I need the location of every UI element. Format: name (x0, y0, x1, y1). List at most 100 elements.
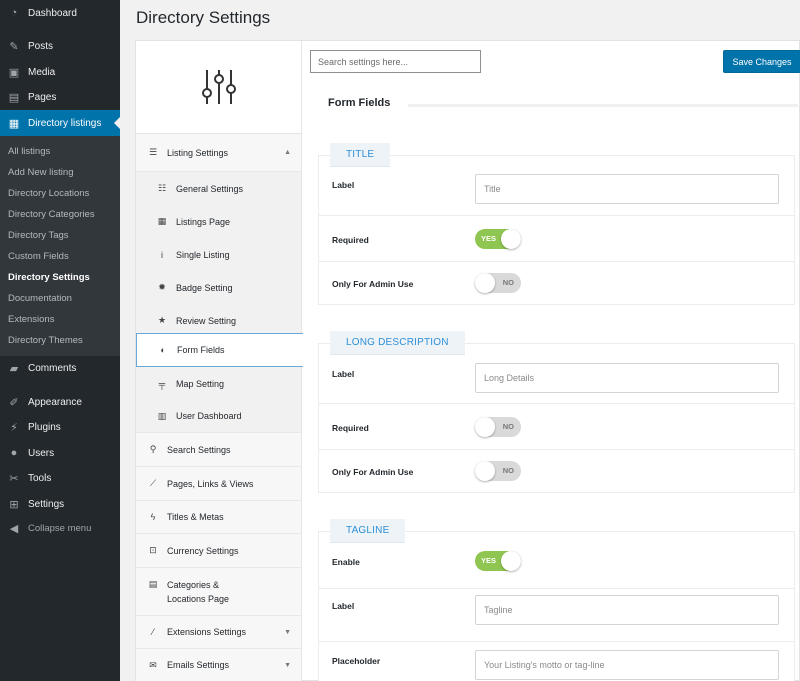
brush-icon: ✐ (9, 396, 19, 409)
submenu-add-new-listing[interactable]: Add New listing (8, 167, 73, 178)
collapse-label: Collapse menu (28, 522, 92, 534)
info-icon: i (161, 249, 163, 260)
star-icon: ★ (157, 315, 167, 325)
nav-label: User Dashboard (176, 411, 242, 421)
menu-label: Dashboard (28, 7, 77, 19)
title-required-label: Required (332, 235, 369, 245)
tagline-label-label: Label (332, 601, 355, 611)
submenu-custom-fields[interactable]: Custom Fields (8, 251, 69, 262)
menu-item-posts[interactable]: ✎ Posts (0, 34, 120, 58)
save-changes-button[interactable]: Save Changes (723, 50, 800, 73)
nav-label: Form Fields (177, 345, 225, 355)
nav-label: Extensions Settings (167, 627, 247, 637)
page-icon: ▤ (8, 91, 20, 104)
submenu-directory-categories[interactable]: Directory Categories (8, 209, 95, 220)
directory-submenu: All listings Add New listing Directory L… (0, 136, 120, 356)
nav-label: Search Settings (167, 444, 231, 455)
nav-user-dashboard[interactable]: ▥ User Dashboard (136, 400, 301, 433)
nav-label: Map Setting (176, 378, 225, 389)
menu-label: Settings (28, 498, 65, 510)
nav-listings-page[interactable]: ▦ Listings Page (136, 205, 301, 238)
collapse-icon: ◀ (9, 522, 19, 535)
menu-item-appearance[interactable]: ✐ Appearance (0, 390, 120, 414)
tagline-enable-label: Enable (332, 557, 360, 567)
description-admin-toggle[interactable]: NO (475, 461, 521, 481)
menu-item-comments[interactable]: ▰ Comments (0, 356, 120, 380)
nav-categories-locations-page[interactable]: ▤ Categories & Locations Page (136, 568, 301, 616)
settings-logo (136, 41, 301, 134)
tagline-placeholder-label: Placeholder (332, 656, 381, 666)
nav-badge-setting[interactable]: ✹ Badge Setting (136, 271, 301, 304)
bolt-icon: ϟ (150, 512, 156, 522)
menu-label: Pages (28, 91, 57, 103)
sliders-icon (201, 70, 236, 104)
nav-label: Categories & Locations Page (167, 578, 229, 606)
tagline-placeholder-input[interactable] (475, 650, 779, 680)
description-admin-label: Only For Admin Use (332, 467, 414, 477)
nav-label: General Settings (176, 183, 244, 194)
nav-single-listing[interactable]: i Single Listing (136, 238, 301, 271)
toggle-state: NO (502, 278, 514, 287)
description-required-toggle[interactable]: NO (475, 417, 521, 437)
menu-item-tools[interactable]: ✂ Tools (0, 466, 120, 490)
plugin-icon: ⚡ (10, 421, 18, 434)
menu-item-media[interactable]: ▣ Media (0, 60, 120, 84)
menu-item-plugins[interactable]: ⚡ Plugins (0, 415, 120, 439)
menu-label: Comments (28, 362, 77, 374)
media-icon: ▣ (8, 66, 20, 79)
nav-general-settings[interactable]: ☷ General Settings (136, 172, 301, 205)
settings-nav: ☰ Listing Settings ▲ ☷ General Settings … (136, 41, 303, 681)
submenu-directory-tags[interactable]: Directory Tags (8, 230, 69, 241)
collapse-menu-button[interactable]: ◀ Collapse menu (0, 516, 120, 540)
money-icon: ⊡ (149, 545, 157, 555)
submenu-directory-themes[interactable]: Directory Themes (8, 335, 83, 346)
submenu-all-listings[interactable]: All listings (8, 146, 50, 157)
page-title: Directory Settings (136, 8, 271, 27)
nav-label: Pages, Links & Views (167, 478, 254, 489)
dashboard-icon: ◔ (10, 7, 18, 19)
menu-item-dashboard[interactable]: ◔ Dashboard (0, 1, 120, 25)
nav-emails-settings[interactable]: ✉ Emails Settings ▼ (136, 649, 301, 681)
tagline-enable-toggle[interactable]: YES (475, 551, 521, 571)
nav-listing-settings[interactable]: ☰ Listing Settings ▲ (136, 134, 301, 172)
toggle-knob (475, 417, 495, 437)
half-circle-icon: ◐ (160, 345, 166, 355)
tagline-label-input[interactable] (475, 595, 779, 625)
nav-form-fields[interactable]: ◐ Form Fields (136, 333, 303, 367)
nav-extensions-settings[interactable]: ⁄ Extensions Settings ▼ (136, 616, 301, 649)
nav-label: Titles & Metas (167, 512, 224, 522)
submenu-directory-settings[interactable]: Directory Settings (8, 272, 90, 283)
pin-icon: ✎ (9, 40, 19, 53)
settings-panel: ☰ Listing Settings ▲ ☷ General Settings … (135, 40, 800, 681)
submenu-documentation[interactable]: Documentation (8, 293, 72, 304)
envelope-icon: ✉ (149, 659, 157, 670)
admin-sidebar: ◔ Dashboard ✎ Posts ▣ Media ▤ Pages ▦ Di… (0, 0, 120, 681)
description-label-input[interactable] (475, 363, 779, 393)
search-settings-input[interactable] (310, 50, 481, 73)
title-required-toggle[interactable]: YES (475, 229, 521, 249)
search-icon: ⚲ (149, 444, 157, 454)
toggle-knob (501, 229, 521, 249)
submenu-extensions[interactable]: Extensions (8, 314, 54, 325)
chevron-up-icon: ▲ (284, 149, 291, 156)
title-label-input[interactable] (475, 174, 779, 204)
nav-search-settings[interactable]: ⚲ Search Settings (136, 433, 301, 467)
nav-titles-metas[interactable]: ϟ Titles & Metas (136, 501, 301, 534)
toggle-knob (501, 551, 521, 571)
nav-label-line-2: Locations Page (167, 593, 230, 604)
menu-label: Appearance (28, 396, 82, 408)
title-admin-label: Only For Admin Use (332, 279, 414, 289)
nav-map-setting[interactable]: ╤ Map Setting (136, 367, 301, 400)
menu-item-directory-listings[interactable]: ▦ Directory listings (0, 110, 120, 136)
menu-item-pages[interactable]: ▤ Pages (0, 85, 120, 109)
submenu-directory-locations[interactable]: Directory Locations (8, 188, 89, 199)
toggle-state: YES (481, 234, 497, 243)
description-required-row (318, 404, 795, 450)
toggle-state: NO (502, 422, 514, 431)
title-admin-toggle[interactable]: NO (475, 273, 521, 293)
menu-item-settings[interactable]: ⊞ Settings (0, 492, 120, 516)
title-required-row (318, 216, 795, 262)
nav-pages-links-views[interactable]: ⟋ Pages, Links & Views (136, 467, 301, 501)
nav-currency-settings[interactable]: ⊡ Currency Settings (136, 534, 301, 568)
menu-item-users[interactable]: ● Users (0, 441, 120, 465)
